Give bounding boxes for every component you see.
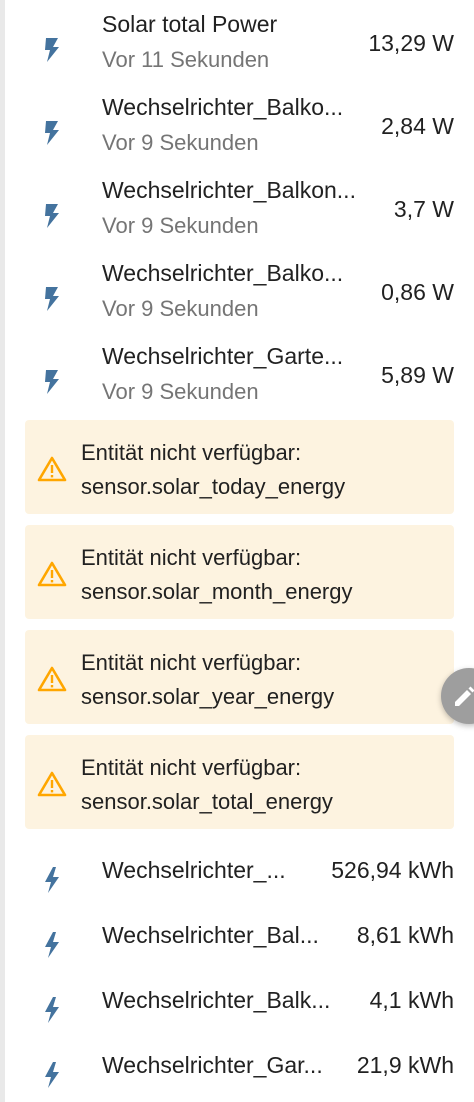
warning-triangle-icon: [37, 771, 67, 797]
warning-entity-id: sensor.solar_year_energy: [81, 684, 335, 709]
entity-value: 2,84 W: [381, 113, 454, 139]
warning-triangle-icon: [37, 561, 67, 587]
entity-name: Wechselrichter_Balk...: [102, 987, 331, 1013]
lightning-bolt-icon: [45, 867, 59, 893]
warning-entity-id: sensor.solar_total_energy: [81, 789, 333, 814]
warning-title: Entität nicht verfügbar:: [81, 545, 302, 570]
entity-name: Wechselrichter_Balko...: [102, 94, 344, 120]
energy-list: Wechselrichter_... 526,94 kWh Wechselric…: [0, 830, 474, 1090]
entity-value: 0,86 W: [381, 279, 454, 305]
warning-text: Entität nicht verfügbar: sensor.solar_mo…: [81, 541, 353, 609]
entity-row-wechselrichter-garten[interactable]: Wechselrichter_Garte... Vor 9 Sekunden 5…: [0, 332, 474, 415]
entity-value: 526,94 kWh: [331, 857, 454, 883]
warning-card: Entität nicht verfügbar: sensor.solar_mo…: [25, 525, 454, 619]
lightning-bolt-icon: [45, 287, 59, 311]
lightning-bolt-icon: [45, 204, 59, 228]
entity-value: 21,9 kWh: [356, 1052, 454, 1078]
warning-title: Entität nicht verfügbar:: [81, 755, 302, 780]
warning-text: Entität nicht verfügbar: sensor.solar_to…: [81, 751, 333, 819]
lightning-bolt-icon: [45, 370, 59, 394]
lightning-bolt-icon: [45, 1062, 59, 1088]
entity-name: Wechselrichter_...: [102, 857, 286, 883]
last-updated: Vor 11 Sekunden: [102, 47, 270, 72]
warning-title: Entität nicht verfügbar:: [81, 650, 302, 675]
lightning-bolt-icon: [45, 38, 59, 62]
last-updated: Vor 9 Sekunden: [102, 130, 259, 155]
pencil-edit-icon: [455, 686, 474, 706]
entity-value: 4,1 kWh: [369, 987, 454, 1013]
entity-value: 13,29 W: [368, 30, 454, 56]
warning-card: Entität nicht verfügbar: sensor.solar_to…: [25, 735, 454, 829]
entity-row-solar-total-power[interactable]: Solar total Power Vor 11 Sekunden 13,29 …: [0, 0, 474, 83]
warning-title: Entität nicht verfügbar:: [81, 440, 302, 465]
last-updated: Vor 9 Sekunden: [102, 296, 259, 321]
entity-name: Wechselrichter_Garte...: [102, 343, 344, 369]
lightning-bolt-icon: [45, 932, 59, 958]
lightning-bolt-icon: [45, 997, 59, 1023]
entity-row-wechselrichter-1[interactable]: Wechselrichter_Balko... Vor 9 Sekunden 2…: [0, 83, 474, 166]
entity-row-energy-2[interactable]: Wechselrichter_Bal... 8,61 kWh: [0, 895, 474, 960]
entity-row-energy-1[interactable]: Wechselrichter_... 526,94 kWh: [0, 830, 474, 895]
warning-triangle-icon: [37, 666, 67, 692]
entity-list: Solar total Power Vor 11 Sekunden 13,29 …: [0, 0, 474, 415]
lightning-bolt-icon: [45, 121, 59, 145]
entity-name: Wechselrichter_Balkon...: [102, 177, 356, 203]
entity-row-wechselrichter-3[interactable]: Wechselrichter_Balko... Vor 9 Sekunden 0…: [0, 249, 474, 332]
entity-value: 5,89 W: [381, 362, 454, 388]
unavailable-warnings: Entität nicht verfügbar: sensor.solar_to…: [25, 420, 454, 840]
warning-text: Entität nicht verfügbar: sensor.solar_to…: [81, 436, 345, 504]
warning-card: Entität nicht verfügbar: sensor.solar_to…: [25, 420, 454, 514]
last-updated: Vor 9 Sekunden: [102, 213, 259, 238]
warning-entity-id: sensor.solar_today_energy: [81, 474, 346, 499]
last-updated: Vor 9 Sekunden: [102, 379, 259, 404]
entity-name: Solar total Power: [102, 11, 278, 37]
entity-name: Wechselrichter_Balko...: [102, 260, 344, 286]
warning-text: Entität nicht verfügbar: sensor.solar_ye…: [81, 646, 334, 714]
warning-entity-id: sensor.solar_month_energy: [81, 579, 353, 604]
entity-name: Wechselrichter_Bal...: [102, 922, 319, 948]
entity-value: 3,7 W: [393, 196, 454, 222]
entity-row-wechselrichter-2[interactable]: Wechselrichter_Balkon... Vor 9 Sekunden …: [0, 166, 474, 249]
entity-name: Wechselrichter_Gar...: [102, 1052, 323, 1078]
entity-row-energy-4[interactable]: Wechselrichter_Gar... 21,9 kWh: [0, 1025, 474, 1090]
warning-triangle-icon: [37, 456, 67, 482]
warning-card: Entität nicht verfügbar: sensor.solar_ye…: [25, 630, 454, 724]
entity-row-energy-3[interactable]: Wechselrichter_Balk... 4,1 kWh: [0, 960, 474, 1025]
entity-value: 8,61 kWh: [356, 922, 454, 948]
